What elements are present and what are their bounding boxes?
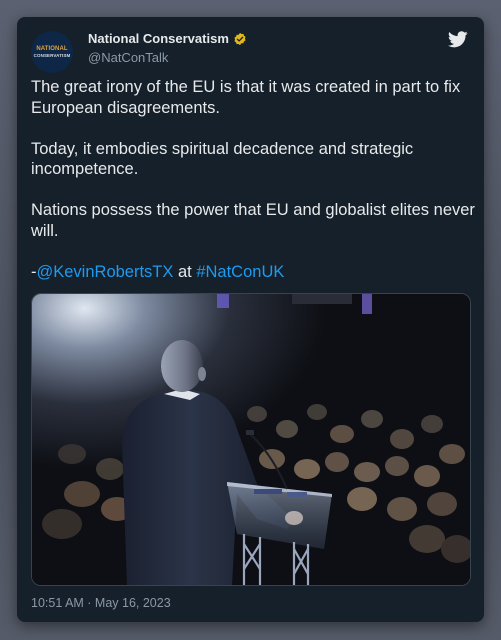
- verified-badge-icon: [234, 32, 246, 45]
- avatar[interactable]: NATIONAL CONSERVATISM: [31, 31, 73, 73]
- tweet-paragraph-2: Today, it embodies spiritual decadence a…: [31, 139, 414, 179]
- attribution-middle: at: [173, 262, 197, 281]
- tweet-paragraph-3: Nations possess the power that EU and gl…: [31, 201, 475, 240]
- tweet-paragraph-1: The great irony of the EU is that it was…: [31, 78, 461, 117]
- mention-link[interactable]: @KevinRobertsTX: [37, 263, 174, 281]
- author-display-name[interactable]: National Conservatism: [88, 31, 229, 46]
- tweet-body: The great irony of the EU is that it was…: [31, 77, 476, 303]
- avatar-logo-text-top: NATIONAL: [36, 46, 68, 52]
- tweet-timestamp[interactable]: 10:51 AM · May 16, 2023: [31, 596, 171, 610]
- speaker-at-podium-photo: [32, 294, 470, 585]
- tweet-photo[interactable]: [31, 293, 471, 586]
- author-name-row: National Conservatism: [88, 31, 247, 46]
- tweet-card: NATIONAL CONSERVATISM National Conservat…: [17, 17, 484, 622]
- avatar-logo-text-bottom: CONSERVATISM: [33, 53, 71, 58]
- tweet-attribution: -@KevinRobertsTX at #NatConUK: [31, 262, 476, 283]
- twitter-bird-icon[interactable]: [448, 31, 468, 48]
- author-handle[interactable]: @NatConTalk: [88, 50, 168, 65]
- avatar-logo: NATIONAL CONSERVATISM: [33, 46, 71, 58]
- hashtag-link[interactable]: #NatConUK: [196, 263, 284, 281]
